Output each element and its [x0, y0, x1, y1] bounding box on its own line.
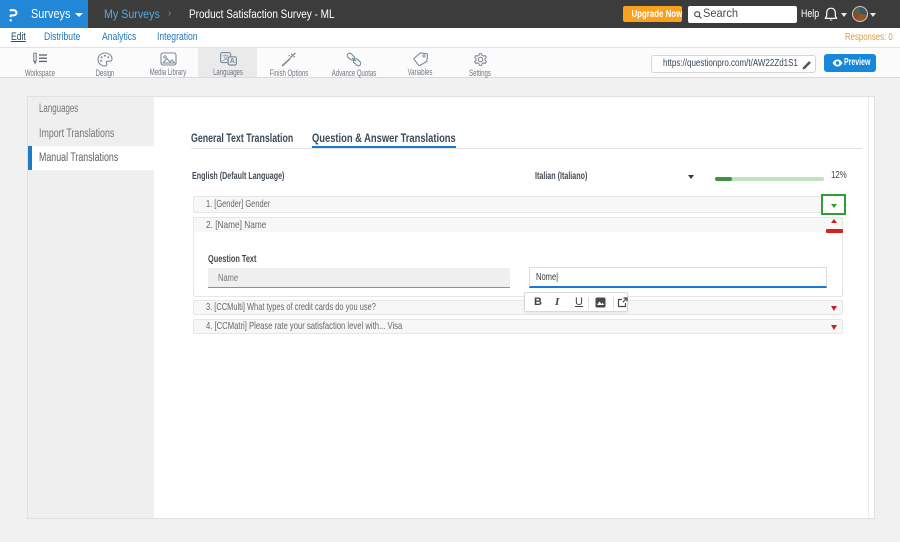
svg-text:A: A — [229, 58, 234, 65]
